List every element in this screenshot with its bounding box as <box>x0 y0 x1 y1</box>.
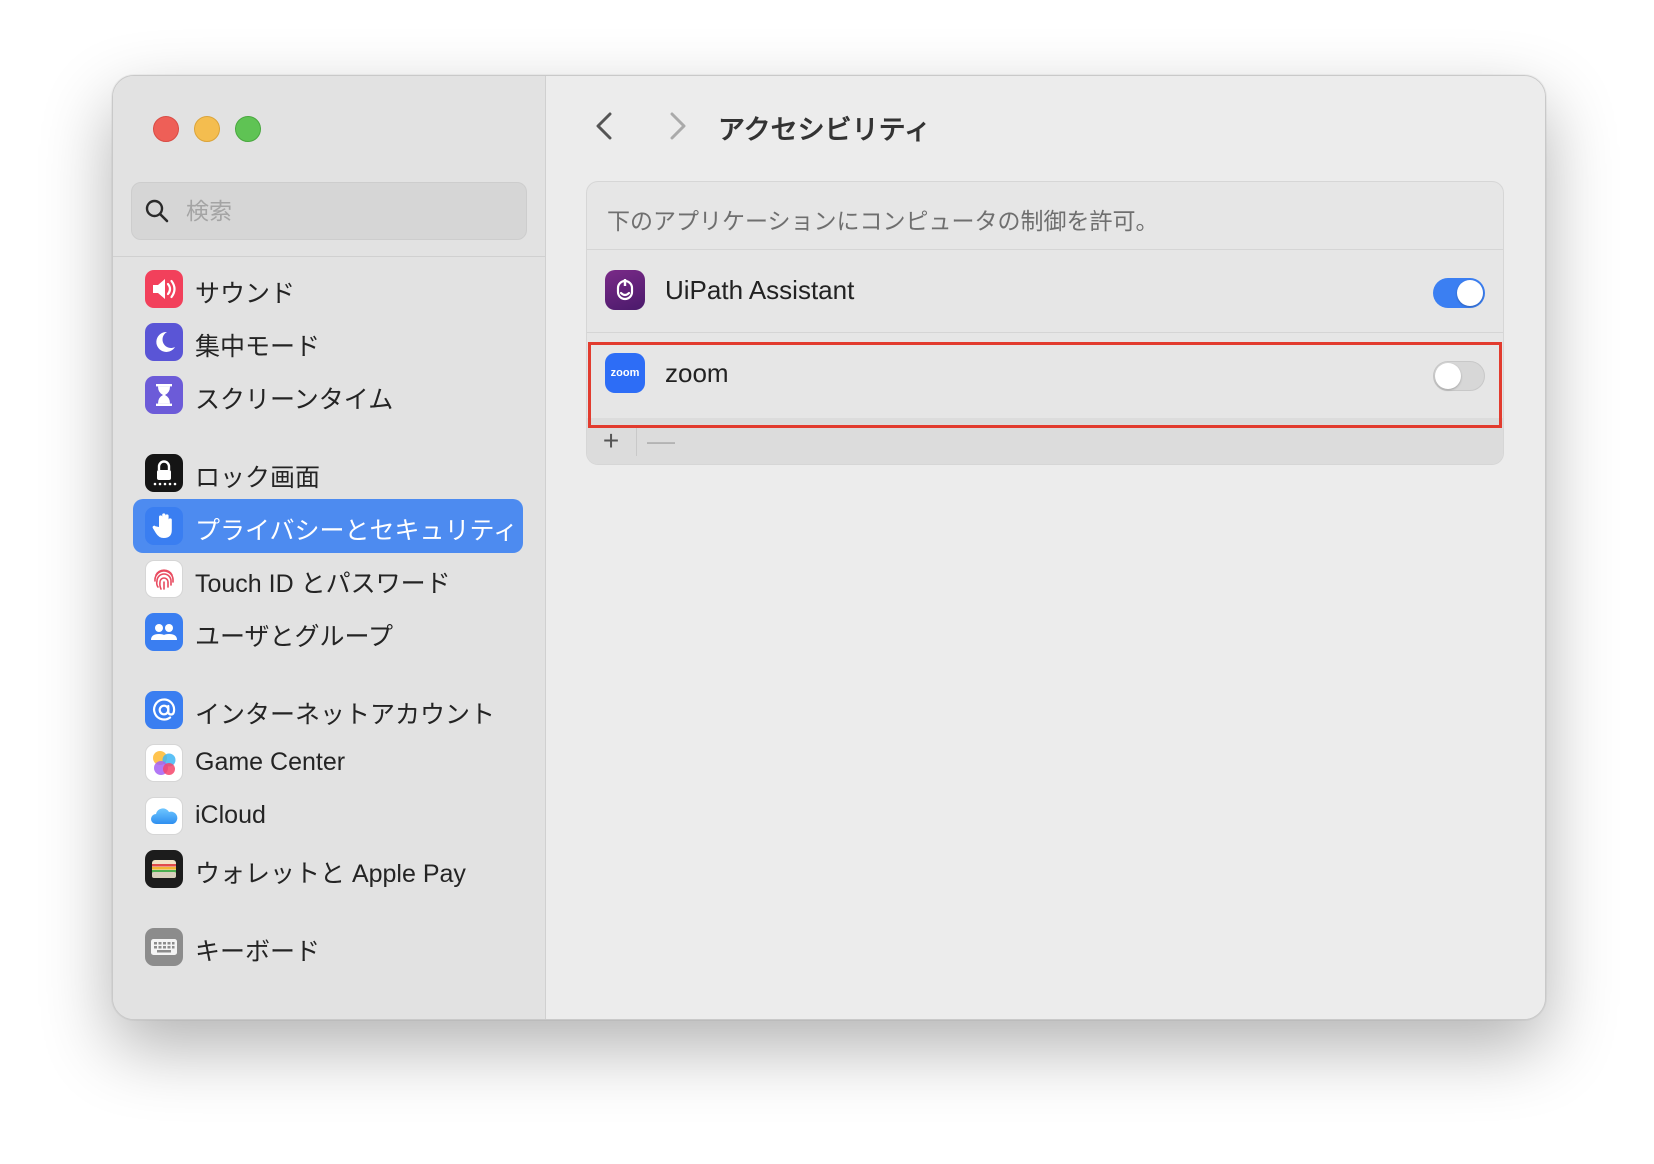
sidebar-item-label: Game Center <box>195 748 346 776</box>
window-controls <box>153 116 261 142</box>
uipath-permission-toggle[interactable] <box>1433 278 1485 308</box>
sidebar-item-label: ウォレットと Apple Pay <box>195 860 466 888</box>
sidebar-item-users-groups[interactable]: ユーザとグループ <box>133 605 523 659</box>
search-field[interactable] <box>131 182 527 240</box>
accessibility-apps-panel: 下のアプリケーションにコンピュータの制御を許可。 UiPath Assistan… <box>586 181 1504 465</box>
panel-header: 下のアプリケーションにコンピュータの制御を許可。 <box>607 208 1159 234</box>
uipath-icon <box>605 270 645 310</box>
zoom-icon-text: zoom <box>610 367 640 379</box>
sidebar-item-label: ユーザとグループ <box>195 623 394 651</box>
sidebar-item-label: キーボード <box>195 938 321 966</box>
sidebar-divider <box>113 256 545 257</box>
game-center-icon <box>145 744 183 782</box>
page-title: アクセシビリティ <box>718 115 932 145</box>
app-name: zoom <box>665 358 729 388</box>
sidebar-item-lock-screen[interactable]: ロック画面 <box>133 446 523 500</box>
at-icon <box>145 691 183 729</box>
sidebar-item-label: Touch ID とパスワード <box>195 570 451 598</box>
sidebar-item-focus[interactable]: 集中モード <box>133 315 523 369</box>
speaker-icon <box>145 270 183 308</box>
back-button[interactable] <box>586 106 626 146</box>
sidebar-item-privacy-security[interactable]: プライバシーとセキュリティ <box>133 499 523 553</box>
zoom-button[interactable] <box>235 116 261 142</box>
close-button[interactable] <box>153 116 179 142</box>
sidebar-item-sound[interactable]: サウンド <box>133 262 523 316</box>
sidebar-item-screen-time[interactable]: スクリーンタイム <box>133 368 523 422</box>
app-row-uipath: UiPath Assistant <box>587 250 1503 330</box>
chevron-left-icon <box>596 112 612 140</box>
lock-icon <box>145 454 183 492</box>
moon-icon <box>145 323 183 361</box>
sidebar-item-internet-accounts[interactable]: インターネットアカウント <box>133 683 523 737</box>
panel-footer: + — <box>587 418 1503 464</box>
footer-divider <box>636 426 637 456</box>
add-button[interactable]: + <box>591 424 631 458</box>
settings-window: サウンド 集中モード スクリーンタイム <box>112 75 1546 1020</box>
forward-button[interactable] <box>656 106 696 146</box>
sidebar-item-label: iCloud <box>195 801 266 829</box>
sidebar-item-label: ロック画面 <box>195 464 321 492</box>
sidebar-item-icloud[interactable]: iCloud <box>133 789 523 843</box>
search-input[interactable] <box>184 191 508 231</box>
toggle-knob <box>1457 280 1483 306</box>
sidebar-item-game-center[interactable]: Game Center <box>133 736 523 790</box>
sidebar: サウンド 集中モード スクリーンタイム <box>113 76 546 1019</box>
keyboard-icon <box>145 928 183 966</box>
chevron-right-icon <box>670 112 686 140</box>
fingerprint-icon <box>145 560 183 598</box>
hand-icon <box>145 507 183 545</box>
sidebar-item-label: スクリーンタイム <box>195 386 394 414</box>
sidebar-item-label: 集中モード <box>195 333 321 361</box>
remove-button[interactable]: — <box>641 424 681 458</box>
sidebar-item-label: インターネットアカウント <box>195 701 496 729</box>
hourglass-icon <box>145 376 183 414</box>
sidebar-item-label: サウンド <box>195 280 296 308</box>
app-name: UiPath Assistant <box>665 275 855 305</box>
wallet-icon <box>145 850 183 888</box>
search-icon <box>145 199 169 223</box>
sidebar-item-wallet[interactable]: ウォレットと Apple Pay <box>133 842 523 896</box>
sidebar-item-keyboard[interactable]: キーボード <box>133 920 523 974</box>
main-content: アクセシビリティ 下のアプリケーションにコンピュータの制御を許可。 UiPath… <box>546 76 1545 1019</box>
app-row-zoom: zoom zoom <box>587 333 1503 413</box>
cloud-icon <box>145 797 183 835</box>
sidebar-item-label: プライバシーとセキュリティ <box>195 517 519 545</box>
users-icon <box>145 613 183 651</box>
minimize-button[interactable] <box>194 116 220 142</box>
zoom-icon: zoom <box>605 353 645 393</box>
sidebar-item-touch-id[interactable]: Touch ID とパスワード <box>133 552 523 606</box>
toggle-knob <box>1435 363 1461 389</box>
zoom-permission-toggle[interactable] <box>1433 361 1485 391</box>
